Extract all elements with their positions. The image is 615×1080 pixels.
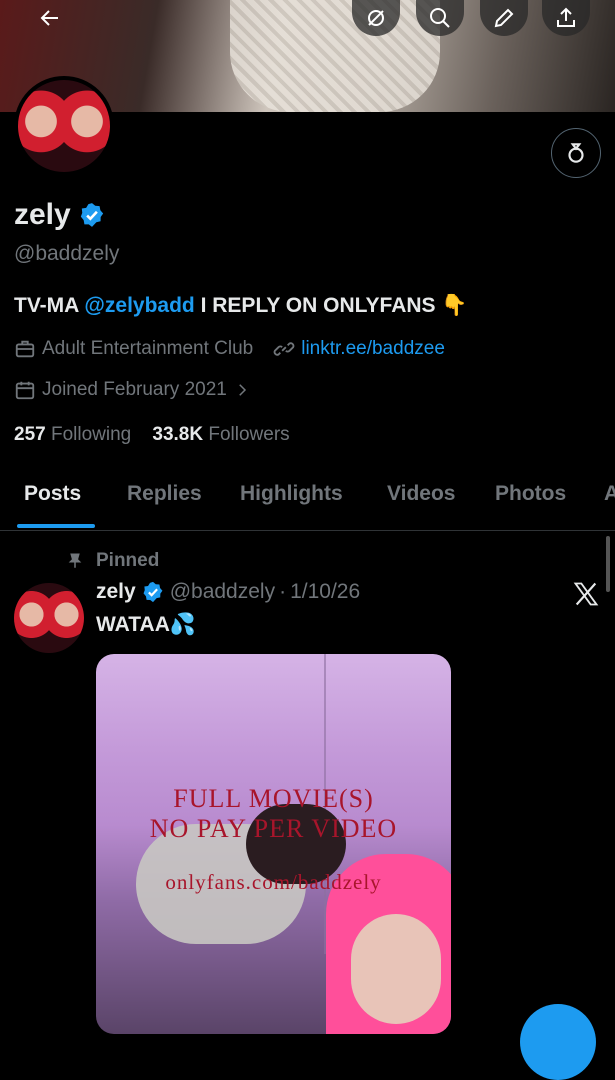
post-separator: ·	[279, 580, 287, 603]
post-avatar[interactable]	[14, 583, 84, 653]
active-tab-indicator	[17, 524, 95, 528]
chevron-right-icon	[239, 384, 246, 396]
verified-badge-icon	[143, 581, 163, 603]
profile-stats: 257 Following 33.8K Followers	[14, 424, 290, 446]
profile-name-text: zely	[14, 198, 71, 231]
banner-photo	[230, 0, 440, 112]
profile-joined-row[interactable]: Joined February 2021	[14, 379, 257, 401]
tab-articles[interactable]: A	[604, 482, 615, 506]
following-count: 257	[14, 424, 46, 445]
verified-badge-icon[interactable]	[79, 202, 105, 228]
edit-icon	[494, 8, 514, 28]
x-logo-icon[interactable]	[572, 580, 600, 608]
following-label: Following	[50, 424, 132, 445]
subscribe-ring-button[interactable]	[551, 128, 601, 178]
post-author-name[interactable]: zely	[96, 580, 136, 604]
tab-photos[interactable]: Photos	[495, 482, 566, 506]
profile-website-link[interactable]: linktr.ee/baddzee	[301, 338, 445, 360]
bio-suffix: I REPLY ON ONLYFANS 👇	[200, 294, 468, 317]
post-media[interactable]: FULL MOVIE(S) NO PAY PER VIDEO onlyfans.…	[96, 654, 451, 1034]
media-caption-line2: NO PAY PER VIDEO	[149, 814, 398, 843]
bio-mention-link[interactable]: @zelybadd	[84, 294, 194, 317]
media-caption-line3: onlyfans.com/baddzely	[165, 870, 382, 894]
pin-icon	[68, 553, 82, 568]
profile-avatar[interactable]	[14, 76, 114, 176]
profile-name: zely	[14, 198, 105, 232]
search-icon	[430, 8, 450, 28]
tab-replies[interactable]: Replies	[127, 482, 202, 506]
compose-fab-button[interactable]	[520, 1004, 596, 1080]
following-link[interactable]: 257 Following	[14, 424, 131, 445]
tab-highlights[interactable]: Highlights	[240, 482, 343, 506]
profile-category: Adult Entertainment Club	[42, 338, 254, 359]
profile-meta-row: Adult Entertainment Club linktr.ee/baddz…	[14, 338, 445, 360]
tab-videos[interactable]: Videos	[387, 482, 455, 506]
briefcase-icon	[15, 340, 35, 358]
bio-prefix: TV-MA	[14, 294, 79, 317]
pinned-label: Pinned	[96, 550, 160, 571]
media-caption-line1: FULL MOVIE(S)	[173, 784, 374, 813]
post-text: WATAA💦	[96, 613, 197, 636]
followers-label: Followers	[208, 424, 290, 445]
post-header: zely @baddzely · 1/10/26	[96, 580, 360, 604]
link-icon	[273, 342, 295, 356]
tab-posts[interactable]: Posts	[24, 482, 81, 506]
media-face	[351, 914, 441, 1024]
pinned-indicator: Pinned	[66, 550, 159, 572]
followers-count: 33.8K	[152, 424, 204, 445]
scrollbar[interactable]	[606, 536, 610, 592]
calendar-icon	[15, 381, 35, 400]
followers-link[interactable]: 33.8K Followers	[152, 424, 289, 445]
no-notifications-icon	[368, 10, 384, 26]
back-arrow-icon	[40, 10, 58, 26]
profile-bio: TV-MA @zelybadd I REPLY ON ONLYFANS 👇	[14, 294, 468, 318]
post-date[interactable]: 1/10/26	[290, 580, 360, 604]
profile-tabs: Posts Replies Highlights Videos Photos A	[0, 466, 615, 531]
profile-joined: Joined February 2021	[42, 379, 227, 400]
ring-icon	[568, 143, 584, 163]
share-icon	[557, 7, 575, 27]
post-author-handle[interactable]: @baddzely	[170, 580, 275, 604]
profile-handle: @baddzely	[14, 242, 120, 265]
